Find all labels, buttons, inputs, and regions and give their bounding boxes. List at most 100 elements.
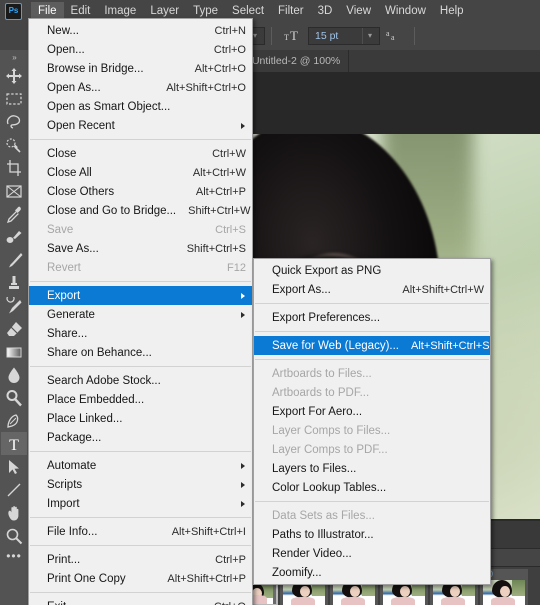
menu-item-scripts[interactable]: Scripts — [29, 475, 252, 494]
menubar-item-filter[interactable]: Filter — [271, 2, 311, 21]
svg-text:a: a — [391, 33, 395, 42]
dodge-tool[interactable] — [1, 386, 27, 409]
clone-stamp-tool[interactable] — [1, 271, 27, 294]
collapse-panel-icon[interactable]: » — [0, 50, 28, 64]
svg-text:T: T — [290, 28, 298, 42]
menu-item-file-info[interactable]: File Info... Alt+Shift+Ctrl+I — [29, 522, 252, 541]
submenu-arrow-icon — [241, 122, 245, 129]
chevron-down-icon[interactable]: ▾ — [362, 28, 377, 44]
menu-item-share[interactable]: Share... — [29, 324, 252, 343]
menu-item-paths-to-illustrator[interactable]: Paths to Illustrator... — [254, 525, 490, 544]
menubar-item-view[interactable]: View — [339, 2, 378, 21]
menu-item-label: Export — [47, 289, 81, 302]
menu-item-place-linked[interactable]: Place Linked... — [29, 409, 252, 428]
menu-item-zoomify[interactable]: Zoomify... — [254, 563, 490, 582]
menu-item-new[interactable]: New... Ctrl+N — [29, 21, 252, 40]
menu-item-open[interactable]: Open... Ctrl+O — [29, 40, 252, 59]
rectangular-marquee-tool[interactable] — [1, 87, 27, 110]
options-separator — [271, 27, 272, 45]
menu-item-layers-to-files[interactable]: Layers to Files... — [254, 459, 490, 478]
move-tool[interactable] — [1, 64, 27, 87]
menu-item-close-all[interactable]: Close All Alt+Ctrl+W — [29, 163, 252, 182]
font-size-icon: TT — [278, 28, 308, 45]
menu-item-label: Render Video... — [272, 547, 352, 560]
menu-item-export[interactable]: Export — [29, 286, 252, 305]
menu-item-package[interactable]: Package... — [29, 428, 252, 447]
menu-item-place-embedded[interactable]: Place Embedded... — [29, 390, 252, 409]
menu-item-shortcut: Alt+Shift+Ctrl+S — [410, 339, 490, 352]
menu-item-label: Scripts — [47, 478, 83, 491]
menu-item-shortcut: Alt+Shift+Ctrl+I — [171, 525, 246, 538]
menu-item-label: Quick Export as PNG — [272, 264, 382, 277]
menu-item-data-sets-as-files: Data Sets as Files... — [254, 506, 490, 525]
menu-item-export-for-aero[interactable]: Export For Aero... — [254, 402, 490, 421]
menu-item-open-as-smart-object[interactable]: Open as Smart Object... — [29, 97, 252, 116]
menu-item-quick-export-as-png[interactable]: Quick Export as PNG — [254, 261, 490, 280]
menu-item-exit[interactable]: ExitCtrl+Q — [29, 597, 252, 605]
eraser-tool[interactable] — [1, 317, 27, 340]
menubar-item-help[interactable]: Help — [433, 2, 471, 21]
menubar-item-window[interactable]: Window — [378, 2, 433, 21]
menu-item-label: Paths to Illustrator... — [272, 528, 374, 541]
menu-item-label: Color Lookup Tables... — [272, 481, 387, 494]
eyedropper-tool[interactable] — [1, 202, 27, 225]
menu-item-artboards-to-files: Artboards to Files... — [254, 364, 490, 383]
hand-tool[interactable] — [1, 501, 27, 524]
menu-item-label: Zoomify... — [272, 566, 322, 579]
menu-item-color-lookup-tables[interactable]: Color Lookup Tables... — [254, 478, 490, 497]
menu-item-close-and-go-to-bridge[interactable]: Close and Go to Bridge... Shift+Ctrl+W — [29, 201, 252, 220]
crop-tool[interactable] — [1, 156, 27, 179]
menu-item-browse-in-bridge[interactable]: Browse in Bridge... Alt+Ctrl+O — [29, 59, 252, 78]
lasso-tool[interactable] — [1, 110, 27, 133]
menu-item-save-for-web-legacy[interactable]: Save for Web (Legacy)... Alt+Shift+Ctrl+S — [254, 336, 490, 355]
frame-tool[interactable] — [1, 179, 27, 202]
menu-item-export-preferences[interactable]: Export Preferences... — [254, 308, 490, 327]
menu-item-shortcut: Alt+Shift+Ctrl+P — [167, 572, 246, 585]
pen-tool[interactable] — [1, 409, 27, 432]
menu-item-shortcut: Alt+Ctrl+W — [192, 166, 246, 179]
type-tool[interactable]: T — [1, 432, 27, 455]
menu-item-search-adobe-stock[interactable]: Search Adobe Stock... — [29, 371, 252, 390]
menu-separator — [30, 139, 251, 140]
menu-item-close[interactable]: Close Ctrl+W — [29, 144, 252, 163]
menu-item-generate[interactable]: Generate — [29, 305, 252, 324]
submenu-arrow-icon — [241, 292, 245, 299]
document-tab[interactable]: Untitled-2 @ 100% — [243, 50, 350, 72]
menu-item-print[interactable]: Print... Ctrl+P — [29, 550, 252, 569]
menu-item-open-as[interactable]: Open As... Alt+Shift+Ctrl+O — [29, 78, 252, 97]
menu-item-render-video[interactable]: Render Video... — [254, 544, 490, 563]
zoom-tool[interactable] — [1, 524, 27, 547]
gradient-tool[interactable] — [1, 340, 27, 363]
quick-selection-tool[interactable] — [1, 133, 27, 156]
more-tools-icon[interactable]: ••• — [1, 547, 27, 565]
menu-separator — [30, 592, 251, 593]
menu-item-automate[interactable]: Automate — [29, 456, 252, 475]
file-menu-dropdown[interactable]: New... Ctrl+N Open... Ctrl+O Browse in Bridg… — [28, 18, 253, 605]
menu-item-shortcut: Shift+Ctrl+W — [188, 204, 251, 217]
menu-item-label: New... — [47, 24, 79, 37]
spot-healing-brush-tool[interactable] — [1, 225, 27, 248]
menu-item-share-on-behance[interactable]: Share on Behance... — [29, 343, 252, 362]
brush-tool[interactable] — [1, 248, 27, 271]
menu-item-label: Open as Smart Object... — [47, 100, 171, 113]
menu-item-import[interactable]: Import — [29, 494, 252, 513]
menu-item-layer-comps-to-files: Layer Comps to Files... — [254, 421, 490, 440]
menu-item-print-one-copy[interactable]: Print One Copy Alt+Shift+Ctrl+P — [29, 569, 252, 588]
menubar-item-3d[interactable]: 3D — [311, 2, 340, 21]
anti-aliasing-icon[interactable]: aa — [380, 28, 408, 45]
menu-item-shortcut: Ctrl+P — [215, 553, 246, 566]
path-selection-tool[interactable] — [1, 455, 27, 478]
font-size-select[interactable]: 15 pt ▾ — [308, 27, 380, 45]
menu-item-close-others[interactable]: Close Others Alt+Ctrl+P — [29, 182, 252, 201]
font-size-value: 15 pt — [315, 30, 339, 42]
menu-item-open-recent[interactable]: Open Recent — [29, 116, 252, 135]
menu-item-label: Export As... — [272, 283, 331, 296]
history-brush-tool[interactable] — [1, 294, 27, 317]
menu-item-export-as[interactable]: Export As... Alt+Shift+Ctrl+W — [254, 280, 490, 299]
submenu-arrow-icon — [241, 311, 245, 318]
menu-item-label: Exit — [47, 601, 202, 605]
line-shape-tool[interactable] — [1, 478, 27, 501]
menu-item-save-as[interactable]: Save As... Shift+Ctrl+S — [29, 239, 252, 258]
blur-tool[interactable] — [1, 363, 27, 386]
export-submenu-dropdown[interactable]: Quick Export as PNG Export As... Alt+Shift… — [253, 258, 491, 585]
